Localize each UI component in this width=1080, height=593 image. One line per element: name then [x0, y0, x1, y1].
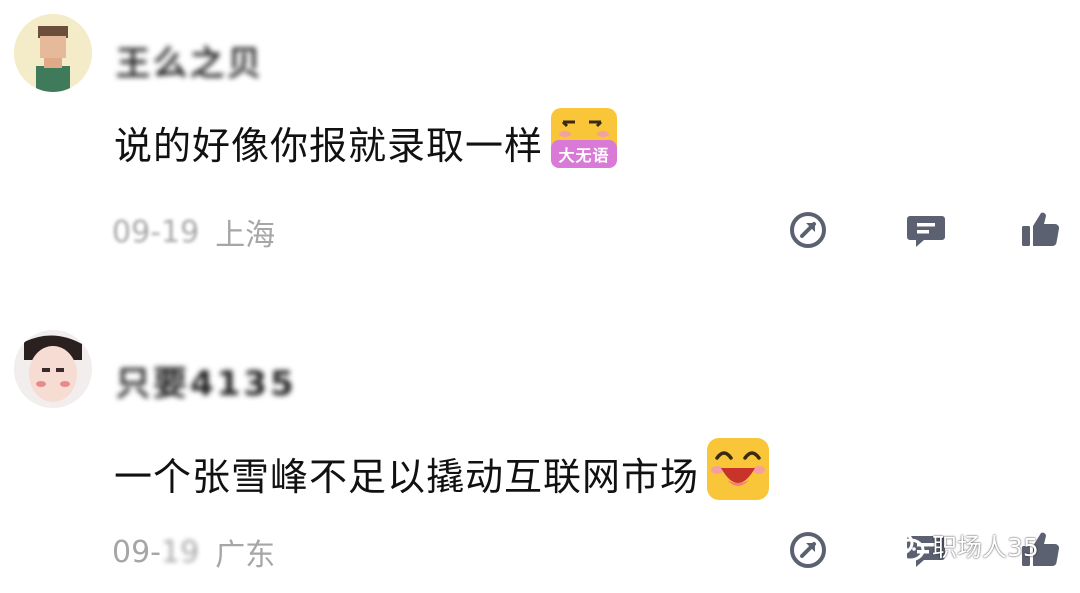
username[interactable]: 王么之贝 [116, 36, 264, 85]
reply-button[interactable] [906, 210, 946, 250]
comment-body: 一个张雪峰不足以撬动互联网市场 [114, 454, 700, 499]
comment-meta: 09-19 广东 [112, 530, 275, 574]
wechat-icon [878, 529, 925, 562]
laughing-emoji-icon [705, 436, 771, 511]
date-blurred: 19 [161, 534, 200, 570]
comment-location: 广东 [215, 538, 276, 573]
username[interactable]: 只要4135 [116, 356, 297, 405]
da-wu-yu-emoji-icon: 大无语 [549, 106, 619, 179]
comment-date: 09-19 [112, 535, 199, 570]
comment-meta: 09-19 上海 [112, 210, 275, 254]
comment-text: 说的好像你报就录取一样 大无语 [114, 107, 619, 174]
comment-body: 说的好像你报就录取一样 [114, 123, 544, 168]
share-button[interactable] [788, 530, 828, 570]
share-button[interactable] [788, 210, 828, 250]
share-icon [790, 212, 826, 248]
avatar[interactable] [14, 14, 92, 92]
comment-date: 09-19 [112, 214, 200, 250]
comment-bubble-icon [907, 216, 945, 247]
comment-item: 王么之贝 说的好像你报就录取一样 大无语 09-19 上海 [0, 0, 1080, 290]
comment-text: 一个张雪峰不足以撬动互联网市场 [114, 437, 771, 506]
da-wu-yu-label: 大无语 [559, 146, 610, 165]
comment-location: 上海 [215, 218, 276, 253]
share-icon [790, 532, 826, 568]
date-visible: 09- [112, 534, 161, 570]
thumbs-up-icon [1022, 212, 1060, 247]
watermark-text: 职场人35 [932, 533, 1039, 562]
avatar[interactable] [14, 330, 92, 408]
watermark: 职场人35 [878, 526, 1039, 566]
like-button[interactable] [1020, 210, 1060, 250]
